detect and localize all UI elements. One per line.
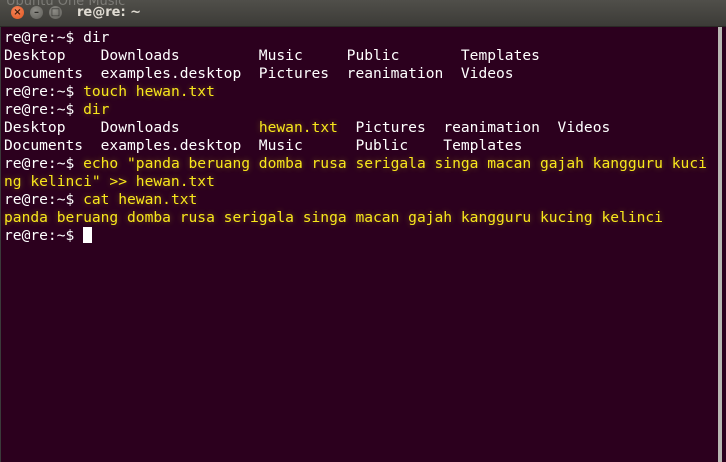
- listing-highlight: hewan.txt: [258, 119, 338, 136]
- command: cat hewan.txt: [83, 191, 198, 208]
- command: touch hewan.txt: [83, 83, 215, 100]
- prompt: re@re:~$: [4, 227, 84, 244]
- window-title: re@re: ~: [77, 5, 142, 20]
- prompt: re@re:~$: [4, 155, 84, 172]
- listing-text: Desktop Downloads: [4, 119, 259, 136]
- terminal-line: Desktop Downloads hewan.txt Pictures rea…: [4, 119, 610, 137]
- terminal-line: re@re:~$ dir: [4, 29, 109, 47]
- maximize-icon[interactable]: □: [49, 6, 62, 19]
- terminal-line: re@re:~$: [4, 227, 93, 245]
- command: echo "panda beruang domba rusa serigala …: [83, 155, 707, 172]
- terminal-line: re@re:~$ cat hewan.txt: [4, 191, 197, 209]
- terminal-line: re@re:~$ dir: [4, 101, 109, 119]
- terminal-line: re@re:~$ echo "panda beruang domba rusa …: [4, 155, 707, 173]
- terminal-line: Desktop Downloads Music Public Templates: [4, 47, 540, 64]
- prompt: re@re:~$: [4, 191, 84, 208]
- terminal-output[interactable]: re@re:~$ dir Desktop Downloads Music Pub…: [0, 27, 722, 462]
- close-icon[interactable]: ×: [11, 6, 24, 19]
- terminal-line: Documents examples.desktop Music Public …: [4, 137, 523, 154]
- terminal-line: re@re:~$ touch hewan.txt: [4, 83, 215, 101]
- terminal-line: Documents examples.desktop Pictures rean…: [4, 65, 514, 82]
- prompt: re@re:~$: [4, 29, 84, 46]
- command: dir: [83, 29, 110, 46]
- command: dir: [83, 101, 110, 118]
- terminal-window: Ubuntu One Music × – □ re@re: ~ re@re:~$…: [0, 0, 726, 462]
- terminal-line: panda beruang domba rusa serigala singa …: [4, 209, 663, 226]
- terminal-line: ng kelinci" >> hewan.txt: [4, 173, 215, 190]
- prompt: re@re:~$: [4, 101, 84, 118]
- prompt: re@re:~$: [4, 83, 84, 100]
- title-bar[interactable]: Ubuntu One Music × – □ re@re: ~: [0, 0, 726, 27]
- minimize-icon[interactable]: –: [30, 6, 43, 19]
- text-cursor: [83, 227, 93, 243]
- listing-text: Pictures reanimation Videos: [337, 119, 611, 136]
